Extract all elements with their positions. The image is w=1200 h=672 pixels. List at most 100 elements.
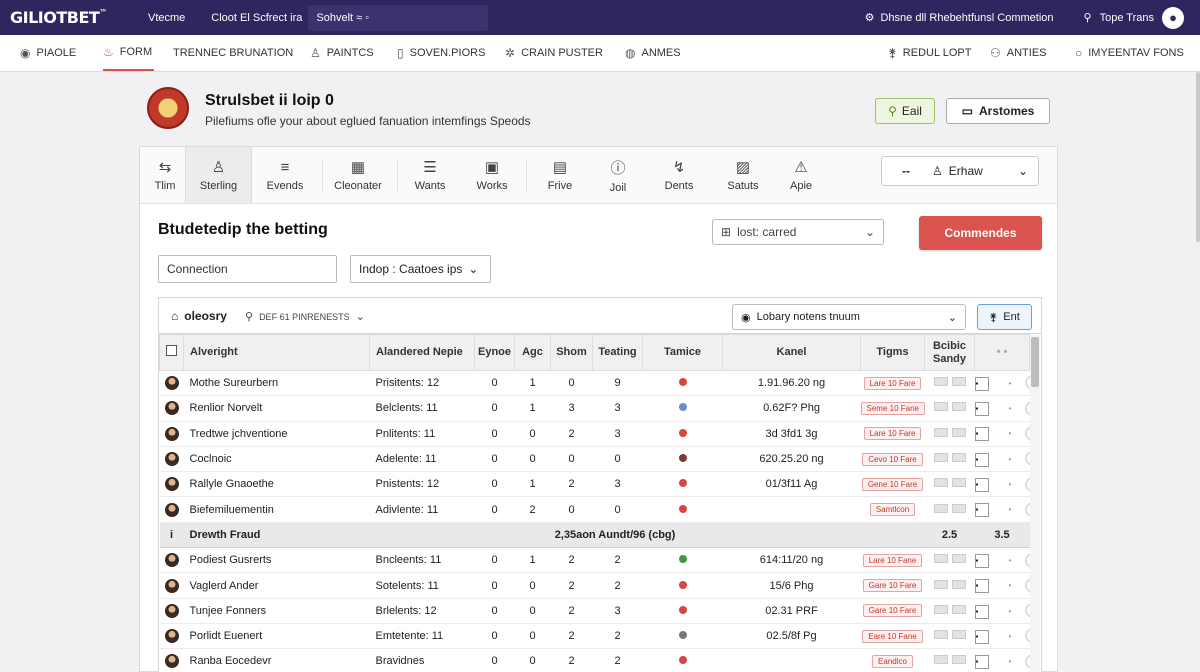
- column-header[interactable]: Bcibic Sandy: [924, 334, 975, 371]
- status-tag[interactable]: Seme 10 Fane: [860, 401, 925, 415]
- tool-satuts[interactable]: ▨ Satuts: [715, 147, 771, 203]
- column-header[interactable]: Shom: [550, 334, 593, 371]
- status-select[interactable]: ⊞ lost: carred ⌄: [712, 219, 884, 245]
- tool-evends[interactable]: ≡ Evends: [255, 147, 315, 203]
- tool-cleonater[interactable]: ▦ Cleonater: [328, 147, 388, 203]
- commendes-button[interactable]: Commendes: [919, 216, 1042, 250]
- player-name[interactable]: Podiest Gusrerts: [183, 547, 370, 574]
- tool-joil[interactable]: ⓘ Joil: [595, 147, 641, 203]
- search-input[interactable]: Sohvelt ≈ ◦: [308, 4, 489, 31]
- nav-item-crain-puster[interactable]: ✲ CRAIN PUSTER: [505, 35, 603, 71]
- player-name[interactable]: Porlidt Euenert: [183, 623, 370, 650]
- player-name[interactable]: Vaglerd Ander: [183, 572, 370, 599]
- status-tag[interactable]: Eandlco: [872, 654, 913, 668]
- team-logo: [147, 87, 189, 129]
- nav-item-redul-lopt[interactable]: ⚵ REDUL LOPT: [888, 35, 971, 71]
- player-name[interactable]: Coclnoic: [183, 446, 370, 473]
- status-tag[interactable]: Gene 10 Fare: [861, 477, 924, 491]
- row-action-button[interactable]: ▪: [974, 503, 989, 518]
- ent-button[interactable]: ⚵ Ent: [977, 304, 1032, 330]
- nav-item-trennec-brunation[interactable]: TRENNEC BRUNATION: [173, 35, 293, 71]
- table-row[interactable]: Biefemiluementin Adivlente: 11 0 2 0 0 Samtlco…: [159, 496, 1030, 523]
- table-row[interactable]: Rallyle Gnaoethe Pnistents: 12 0 1 2 3 01/3f11…: [159, 471, 1030, 498]
- column-header[interactable]: Alandered Nepie: [369, 334, 475, 371]
- tool-dents[interactable]: ↯ Dents: [652, 147, 706, 203]
- player-name[interactable]: Renlior Norvelt: [183, 395, 370, 422]
- player-name[interactable]: Ranba Eocedevr: [183, 648, 370, 672]
- table-row[interactable]: Porlidt Euenert Emtetente: 11 0 0 2 2 02.5/8f …: [159, 623, 1030, 650]
- select-all-header[interactable]: [159, 334, 184, 371]
- column-header[interactable]: Kanel: [722, 334, 861, 371]
- status-tag[interactable]: Samtlcon: [869, 503, 916, 517]
- status-tag[interactable]: Cevo 10 Fare: [862, 452, 923, 466]
- view-select[interactable]: -- ♙ Erhaw ⌄: [881, 156, 1039, 186]
- nav-item-form[interactable]: ♨ FORM: [103, 35, 155, 71]
- connection-input[interactable]: [158, 255, 337, 283]
- page-scrollbar[interactable]: [1196, 72, 1200, 242]
- dot-icon: •: [1008, 555, 1012, 565]
- connection-status[interactable]: ⚙ Dhsne dll Rhebehtfunsl Commetion: [865, 11, 1054, 25]
- player-name[interactable]: Mothe Sureurbern: [183, 370, 370, 397]
- player-name[interactable]: Biefemiluementin: [183, 496, 370, 523]
- row-action-button[interactable]: ▪: [974, 427, 989, 442]
- table-row[interactable]: Mothe Sureurbern Prisitents: 12 0 1 0 9 1.91.9…: [159, 370, 1030, 397]
- panel-filter[interactable]: ⚲ DEF 61 PINRENESTS ⌄: [245, 310, 365, 323]
- column-header[interactable]: Eynoe: [474, 334, 515, 371]
- arstomes-button[interactable]: ▭ Arstomes: [946, 98, 1050, 124]
- column-header[interactable]: • •: [974, 334, 1030, 371]
- row-action-button[interactable]: ▪: [974, 376, 989, 391]
- column-header[interactable]: Agc: [514, 334, 551, 371]
- status-tag[interactable]: Lare 10 Fane: [862, 553, 923, 567]
- player-name[interactable]: Tredtwe jchventione: [183, 421, 370, 447]
- status-tag[interactable]: Lare 10 Fare: [863, 376, 922, 390]
- tool-frive[interactable]: ▤ Frive: [534, 147, 586, 203]
- column-header[interactable]: Tamice: [642, 334, 723, 371]
- table-row[interactable]: Coclnoic Adelente: 11 0 0 0 0 620.25.20 ng Cevo…: [159, 446, 1030, 473]
- panel-dropdown[interactable]: ◉ Lobary notens tnuum ⌄: [732, 304, 966, 330]
- row-action-button[interactable]: ▪: [974, 655, 989, 670]
- player-name[interactable]: Rallyle Gnaoethe: [183, 471, 370, 498]
- row-action-button[interactable]: ▪: [974, 579, 989, 594]
- row-action-button[interactable]: ▪: [974, 553, 989, 568]
- nav-item-imyeentav-fons[interactable]: ○ IMYEENTAV FONS: [1075, 35, 1184, 71]
- brand-logo[interactable]: GILIOTBET™: [10, 8, 122, 27]
- table-row[interactable]: Vaglerd Ander Sotelents: 11 0 0 2 2 15/6 Phg Ga…: [159, 572, 1030, 599]
- row-action-button[interactable]: ▪: [974, 402, 989, 417]
- table-scrollbar[interactable]: [1030, 335, 1040, 672]
- group-row[interactable]: i Drewth Fraud 2,35aon Aundt/96 (cbg) 2.5 3.…: [159, 521, 1030, 549]
- row-action-button[interactable]: ▪: [974, 452, 989, 467]
- nav-item-anties[interactable]: ⚇ ANTIES: [990, 35, 1047, 71]
- tool-sterling[interactable]: ♙ Sterling: [185, 147, 252, 203]
- row-action-button[interactable]: ▪: [974, 604, 989, 619]
- home-link[interactable]: Vtecme: [148, 12, 185, 24]
- nav-item-piaole[interactable]: ◉ PIAOLE: [20, 35, 76, 71]
- player-name[interactable]: Tunjee Fonners: [183, 598, 370, 624]
- avatar[interactable]: ●: [1162, 6, 1184, 29]
- column-header[interactable]: Tigms: [860, 334, 925, 371]
- column-header[interactable]: Teating: [592, 334, 643, 371]
- column-header[interactable]: Alveright: [183, 334, 370, 371]
- row-action-button[interactable]: ▪: [974, 629, 989, 644]
- tool-works[interactable]: ▣ Works: [465, 147, 519, 203]
- nav-item-paintcs[interactable]: ♙ PAINTCS: [310, 35, 374, 71]
- status-tag[interactable]: Gare 10 Fare: [862, 604, 923, 618]
- table-row[interactable]: Tunjee Fonners Brlelents: 12 0 0 2 3 02.31 PRF…: [159, 598, 1030, 624]
- tool-apie[interactable]: ⚠ Apie: [778, 147, 824, 203]
- status-tag[interactable]: Eare 10 Fane: [862, 629, 923, 643]
- scrollbar-thumb[interactable]: [1031, 337, 1039, 387]
- status-tag[interactable]: Gare 10 Fare: [862, 579, 923, 593]
- edit-button[interactable]: ⚲ Eail: [875, 98, 935, 124]
- select-all-checkbox[interactable]: [166, 345, 177, 357]
- table-row[interactable]: Tredtwe jchventione Pnlitents: 11 0 0 2 3 3d 3…: [159, 421, 1030, 447]
- indop-select[interactable]: Indop : Caatoes ips ⌄: [350, 255, 491, 283]
- nav-item-soven-piors[interactable]: ▯ SOVEN.PIORS: [397, 35, 485, 71]
- table-row[interactable]: Podiest Gusrerts Bncleents: 11 0 1 2 2 614:11/…: [159, 547, 1030, 574]
- status-tag[interactable]: Lare 10 Fare: [863, 427, 922, 441]
- tool-wants[interactable]: ☰ Wants: [402, 147, 458, 203]
- nav-item-anmes[interactable]: ◍ ANMES: [625, 35, 681, 71]
- table-row[interactable]: Ranba Eocedevr Bravidnes 0 0 2 2 Eandlco ▪ •: [159, 648, 1030, 672]
- table-row[interactable]: Renlior Norvelt Belclents: 11 0 1 3 3 0.62F? P…: [159, 395, 1030, 422]
- row-action-button[interactable]: ▪: [974, 478, 989, 493]
- user-menu[interactable]: ⚲ Tope Trans ●: [1084, 6, 1184, 29]
- tool-tlim[interactable]: ⇆ Tlim: [144, 147, 186, 203]
